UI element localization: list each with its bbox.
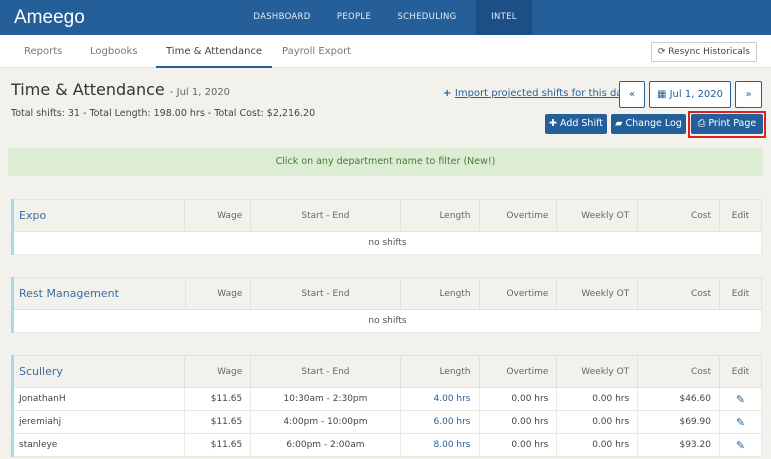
import-projected-shifts-link[interactable]: + Import projected shifts for this day	[443, 88, 628, 99]
resync-historicals-button[interactable]: ⟳ Resync Historicals	[650, 42, 757, 62]
table-row: no shifts	[12, 231, 762, 255]
column-header: Overtime	[478, 277, 558, 310]
title-text: Time & Attendance	[11, 80, 165, 99]
department-name[interactable]: Rest Management	[12, 277, 186, 310]
add-shift-label: Add Shift	[559, 118, 603, 129]
change-log-label: Change Log	[625, 118, 682, 129]
column-header: Wage	[184, 355, 252, 388]
logo[interactable]: Ameego	[14, 7, 85, 29]
table-row: jeremiahj $11.65 4:00pm - 10:00pm 6.00 hrs 0…	[11, 410, 763, 434]
weekly-ot: 0.00 hrs	[556, 387, 639, 411]
title-date: - Jul 1, 2020	[169, 87, 231, 98]
wage: $11.65	[184, 387, 252, 411]
department-table: Rest Management Wage Start - End Length Over…	[11, 277, 763, 333]
table-row: stanleye $11.65 6:00pm - 2:00am 8.00 hrs 0.0…	[11, 433, 763, 457]
column-header: Cost	[637, 199, 720, 232]
column-header: Wage	[184, 277, 252, 310]
column-header: Start - End	[250, 277, 401, 310]
department-table: Scullery Wage Start - End Length Overtime Wee…	[11, 355, 763, 457]
table-header: Scullery Wage Start - End Length Overtime Wee…	[11, 355, 763, 388]
plus-icon: +	[443, 88, 455, 99]
cost: $93.20	[637, 433, 720, 457]
length: 4.00 hrs	[399, 387, 480, 411]
employee-name: stanleye	[11, 433, 186, 457]
resync-label: Resync Historicals	[668, 47, 750, 57]
column-header: Overtime	[478, 199, 558, 232]
edit-button[interactable]: ✎	[718, 387, 763, 411]
overtime: 0.00 hrs	[478, 387, 558, 411]
nav-dashboard[interactable]: DASHBOARD	[248, 0, 316, 35]
pencil-icon: ✎	[735, 392, 746, 406]
wage: $11.65	[184, 433, 252, 457]
change-log-button[interactable]: ▰ Change Log	[611, 114, 686, 134]
column-header: Edit	[718, 277, 763, 310]
column-header: Length	[399, 199, 480, 232]
sub-nav: Reports Logbooks Time & Attendance Payro…	[0, 35, 771, 68]
column-header: Weekly OT	[556, 355, 639, 388]
length: 8.00 hrs	[399, 433, 480, 457]
department-name[interactable]: Scullery	[11, 355, 186, 388]
cost: $46.60	[637, 387, 720, 411]
column-header: Start - End	[250, 355, 401, 388]
column-header: Overtime	[478, 355, 558, 388]
shift-time: 4:00pm - 10:00pm	[250, 410, 401, 434]
empty-message: no shifts	[12, 309, 762, 333]
empty-message: no shifts	[12, 231, 762, 255]
nav-people[interactable]: PEOPLE	[326, 0, 382, 35]
column-header: Length	[399, 355, 480, 388]
page-title: Time & Attendance - Jul 1, 2020	[11, 80, 230, 99]
edit-button[interactable]: ✎	[718, 410, 763, 434]
table-row: no shifts	[12, 309, 762, 333]
employee-name: JonathanH	[11, 387, 186, 411]
column-header: Cost	[637, 355, 720, 388]
prev-day-button[interactable]: «	[619, 81, 645, 108]
refresh-icon: ⟳	[657, 47, 669, 57]
column-header: Weekly OT	[556, 199, 639, 232]
length: 6.00 hrs	[399, 410, 480, 434]
department-name[interactable]: Expo	[11, 199, 186, 232]
overtime: 0.00 hrs	[478, 410, 558, 434]
column-header: Edit	[718, 199, 763, 232]
calendar-icon: ▦	[656, 89, 670, 100]
tab-payroll-export[interactable]: Payroll Export	[282, 35, 351, 68]
cost: $69.90	[637, 410, 720, 434]
totals-summary: Total shifts: 31 - Total Length: 198.00 …	[11, 108, 316, 119]
weekly-ot: 0.00 hrs	[556, 433, 639, 457]
date-picker-button[interactable]: ▦ Jul 1, 2020	[649, 81, 731, 108]
pencil-icon: ✎	[735, 415, 746, 429]
book-icon: ▰	[615, 118, 626, 129]
column-header: Wage	[184, 199, 252, 232]
date-label: Jul 1, 2020	[669, 89, 724, 100]
shift-time: 6:00pm - 2:00am	[250, 433, 401, 457]
nav-intel[interactable]: INTEL	[476, 0, 532, 35]
tab-time-attendance[interactable]: Time & Attendance	[156, 35, 273, 68]
import-label: Import projected shifts for this day	[454, 88, 629, 99]
edit-button[interactable]: ✎	[718, 433, 763, 457]
column-header: Edit	[718, 355, 763, 388]
tab-reports[interactable]: Reports	[24, 35, 62, 68]
overtime: 0.00 hrs	[478, 433, 558, 457]
next-day-button[interactable]: »	[735, 81, 762, 108]
tab-logbooks[interactable]: Logbooks	[90, 35, 137, 68]
nav-scheduling[interactable]: SCHEDULING	[390, 0, 464, 35]
add-shift-button[interactable]: ✚ Add Shift	[545, 114, 607, 134]
column-header: Weekly OT	[556, 277, 639, 310]
top-nav: Ameego DASHBOARD PEOPLE SCHEDULING INTEL	[0, 0, 771, 35]
column-header: Length	[399, 277, 480, 310]
highlight-box	[688, 111, 766, 138]
wage: $11.65	[184, 410, 252, 434]
filter-alert: Click on any department name to filter (…	[8, 148, 763, 176]
pencil-icon: ✎	[735, 438, 746, 452]
employee-name: jeremiahj	[11, 410, 186, 434]
plus-icon: ✚	[549, 118, 560, 129]
table-header: Rest Management Wage Start - End Length Over…	[12, 277, 763, 310]
shift-time: 10:30am - 2:30pm	[250, 387, 401, 411]
table-header: Expo Wage Start - End Length Overtime Weekly …	[11, 199, 763, 232]
column-header: Cost	[637, 277, 720, 310]
column-header: Start - End	[250, 199, 401, 232]
table-row: JonathanH $11.65 10:30am - 2:30pm 4.00 hrs 0…	[11, 387, 763, 411]
weekly-ot: 0.00 hrs	[556, 410, 639, 434]
department-table: Expo Wage Start - End Length Overtime Weekly …	[11, 199, 763, 255]
